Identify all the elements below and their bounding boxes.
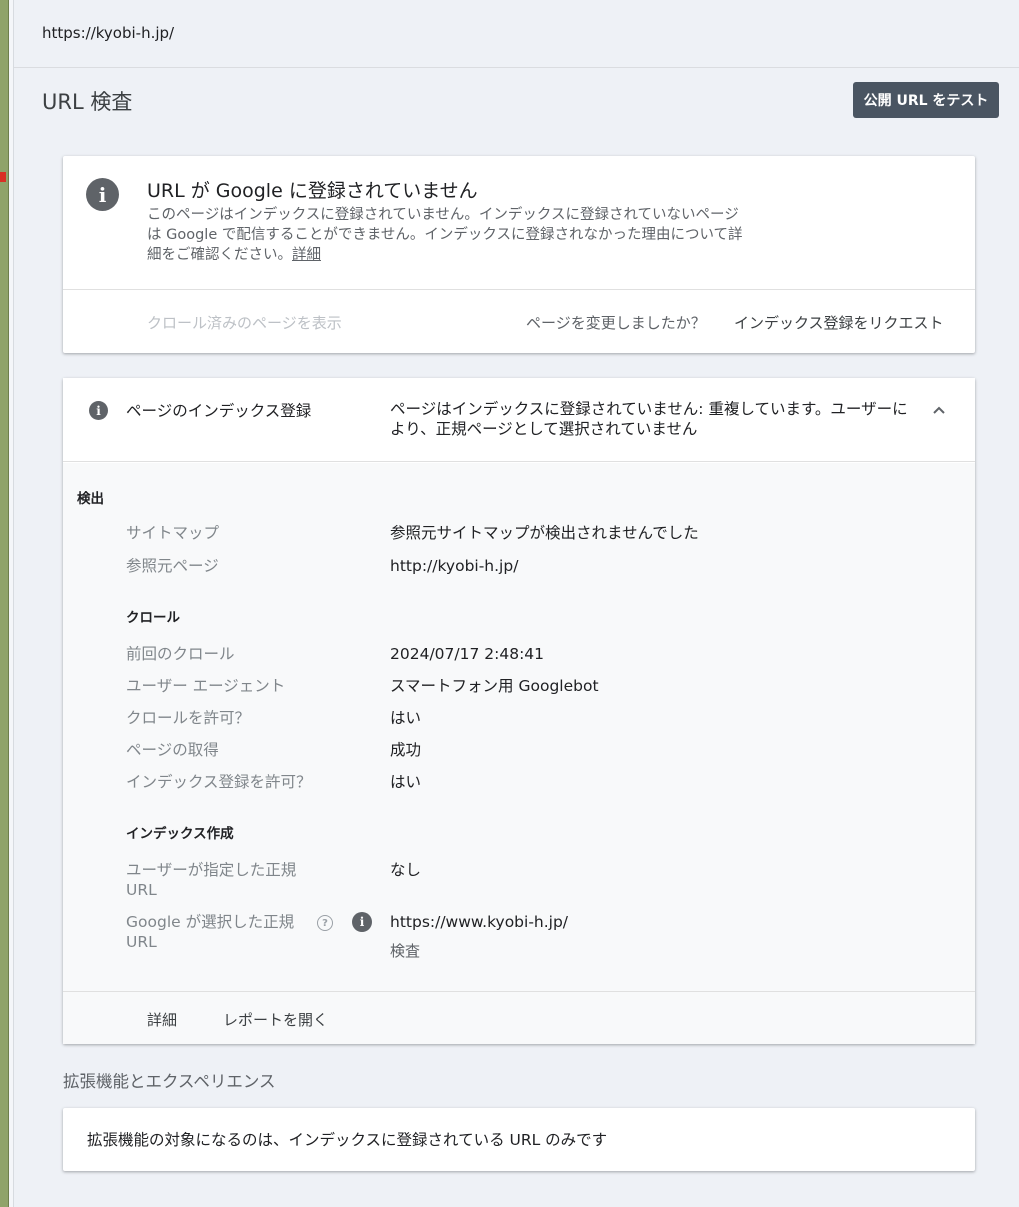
google-canonical-label-line1: Google が選択した正規 [126,913,295,931]
section-indexing: インデックス作成 [126,826,234,842]
page-fetch-value: 成功 [390,741,422,759]
divider [63,289,975,290]
enhancements-message: 拡張機能の対象になるのは、インデックスに登録されている URL のみです [87,1131,608,1149]
page-indexing-status: ページはインデックスに登録されていません: 重複しています。ユーザーにより、正規… [390,400,908,438]
indexing-allowed-value: はい [390,773,422,791]
user-canonical-label-line1: ユーザーが指定した正規 [126,861,297,879]
enhancements-card: 拡張機能の対象になるのは、インデックスに登録されている URL のみです [63,1108,975,1171]
crawl-allowed-value: はい [390,709,422,727]
details-link[interactable]: 詳細 [292,247,321,263]
sitemap-value: 参照元サイトマップが検出されませんでした [390,524,699,542]
user-agent-value: スマートフォン用 Googlebot [390,677,599,695]
sitemap-label: サイトマップ [126,524,220,542]
indexing-allowed-label: インデックス登録を許可？ [126,773,312,791]
page-indexing-label: ページのインデックス登録 [126,402,312,420]
inspected-url: https://kyobi-h.jp/ [42,24,175,42]
section-crawl: クロール [126,610,180,626]
user-canonical-label: ユーザーが指定した正規 URL [126,860,296,900]
info-icon: i [86,178,119,211]
info-icon[interactable]: i [352,912,372,932]
user-agent-label: ユーザー エージェント [126,677,286,695]
request-indexing-button[interactable]: インデックス登録をリクエスト [734,312,944,333]
user-canonical-label-line2: URL [126,881,157,899]
status-description: このページはインデックスに登録されていません。インデックスに登録されていないペー… [147,205,747,265]
page-title: URL 検査 [42,90,133,114]
enhancements-title: 拡張機能とエクスペリエンス [63,1072,276,1091]
last-crawl-label: 前回のクロール [126,645,235,663]
index-status-card: i URL が Google に登録されていません このページはインデックスに登… [63,156,975,353]
left-window-edge [0,0,9,1207]
help-icon[interactable]: ? [317,915,333,931]
top-bar: https://kyobi-h.jp/ [14,0,1019,68]
page-changed-question: ページを変更しましたか？ [526,314,706,332]
test-live-url-button[interactable]: 公開 URL をテスト [853,82,999,118]
view-crawled-page-button[interactable]: クロール済みのページを表示 [147,312,342,333]
details-button[interactable]: 詳細 [147,1009,177,1030]
crawl-allowed-label: クロールを許可？ [126,709,251,727]
info-icon: i [89,401,108,420]
page-fetch-label: ページの取得 [126,741,219,759]
referring-page-value: http://kyobi-h.jp/ [390,557,519,575]
section-discovery: 検出 [77,491,104,507]
referring-page-label: 参照元ページ [126,557,219,575]
open-report-button[interactable]: レポートを開く [223,1009,328,1030]
inspect-canonical-link[interactable]: 検査 [390,940,420,961]
main-panel: https://kyobi-h.jp/ URL 検査 公開 URL をテスト i… [14,0,1019,1207]
status-headline: URL が Google に登録されていません [147,180,478,202]
page-indexing-header[interactable]: i ページのインデックス登録 ページはインデックスに登録されていません: 重複し… [63,378,975,462]
google-canonical-label: Google が選択した正規 URL [126,912,294,952]
last-crawl-value: 2024/07/17 2:48:41 [390,645,545,663]
page-indexing-footer: 詳細 レポートを開く [63,991,975,1044]
google-canonical-label-line2: URL [126,933,157,951]
user-canonical-value: なし [390,861,422,879]
status-description-text: このページはインデックスに登録されていません。インデックスに登録されていないペー… [147,207,743,263]
chevron-up-icon[interactable] [929,400,949,420]
google-canonical-value: https://www.kyobi-h.jp/ [390,913,569,931]
edge-marker [0,172,6,182]
